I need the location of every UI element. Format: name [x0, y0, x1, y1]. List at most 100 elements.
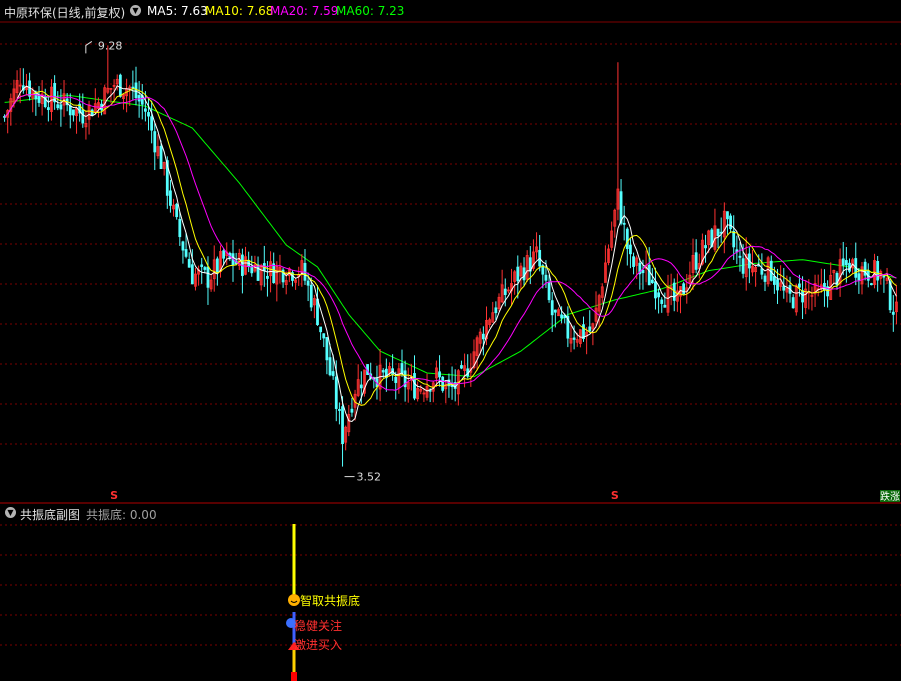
candle-body: [322, 333, 326, 339]
candle-body: [544, 274, 548, 281]
candle-body: [732, 230, 736, 248]
candle-body: [334, 376, 338, 409]
candle-body: [438, 371, 441, 378]
corner-badge: 跌涨: [880, 490, 900, 503]
candle-body: [857, 273, 861, 281]
candle-body: [763, 275, 767, 282]
candle-body: [256, 264, 260, 281]
candle-body: [801, 290, 804, 303]
candle-body: [184, 249, 188, 257]
candle-body: [782, 285, 786, 291]
candle-body: [760, 268, 764, 275]
candle-body: [400, 363, 404, 374]
candle-body: [503, 288, 507, 296]
candle-body: [309, 284, 313, 308]
candle-body: [844, 260, 848, 266]
candle-body: [137, 95, 141, 102]
candle-body: [776, 279, 779, 291]
candle-body: [359, 384, 363, 389]
candle-body: [870, 283, 873, 286]
ma20-line: [4, 93, 897, 391]
candle-body: [494, 307, 498, 314]
candle-body: [206, 266, 210, 288]
candle-body: [629, 244, 632, 255]
signal-label-2: 稳健关注: [294, 618, 342, 633]
candle-body: [81, 109, 85, 124]
ma10-line: [4, 87, 897, 406]
candle-body: [150, 116, 154, 131]
candle-body: [134, 82, 138, 99]
candle-body: [704, 245, 707, 249]
candle-body: [53, 83, 57, 103]
candle-body: [481, 333, 485, 340]
candle-body: [441, 376, 445, 391]
candle-body: [694, 252, 698, 270]
candles-layer: [3, 45, 898, 467]
candle-body: [553, 309, 557, 313]
candle-body: [68, 105, 72, 116]
candle-body: [381, 370, 385, 373]
candle-body: [619, 191, 623, 224]
signal-label-1: 智取共振底: [300, 593, 360, 608]
ma60-layer: [4, 94, 897, 378]
candle-body: [331, 371, 335, 377]
candle-body: [90, 109, 94, 116]
candle-body: [187, 259, 191, 268]
candle-body: [341, 406, 344, 445]
candle-body: [118, 74, 122, 97]
ma5-line: [4, 85, 897, 423]
candle-body: [200, 264, 204, 267]
signal-bar-red: [291, 672, 297, 681]
candle-body: [203, 267, 207, 270]
candle-body: [588, 326, 592, 332]
candle-body: [522, 267, 526, 281]
candle-body: [632, 256, 635, 267]
candle-body: [272, 263, 276, 284]
candle-body: [663, 304, 667, 308]
candle-body: [338, 409, 341, 411]
candle-body: [215, 258, 219, 274]
candle-body: [741, 258, 745, 274]
candle-body: [59, 104, 63, 110]
candle-body: [798, 283, 801, 288]
candle-body: [306, 280, 310, 286]
candle-body: [876, 261, 880, 281]
candle-body: [882, 275, 886, 278]
candle-body: [841, 258, 845, 266]
high-label: 9.28: [98, 39, 123, 52]
candle-body: [325, 337, 329, 361]
candle-body: [178, 218, 182, 238]
s-marker: S: [110, 489, 118, 502]
candle-body: [319, 326, 323, 333]
subpanel-layer: 智取共振底稳健关注激进买入: [286, 524, 360, 681]
candle-body: [647, 264, 651, 286]
candle-body: [143, 108, 147, 112]
candle-body: [654, 281, 657, 299]
candle-body: [550, 300, 554, 316]
candle-body: [328, 357, 332, 376]
candle-body: [572, 337, 576, 340]
candle-body: [729, 215, 732, 230]
candle-body: [159, 145, 163, 170]
candle-body: [650, 279, 654, 284]
candle-body: [772, 276, 776, 285]
ma-layer: [4, 85, 897, 423]
candle-body: [153, 131, 157, 153]
s-marker: S: [611, 489, 619, 502]
candle-body: [516, 266, 520, 282]
candle-body: [222, 250, 226, 259]
candle-body: [413, 373, 416, 399]
candle-body: [56, 104, 60, 109]
candle-body: [716, 228, 720, 237]
candle-body: [169, 190, 172, 206]
ma60-line: [4, 94, 897, 378]
candle-body: [791, 297, 795, 309]
candle-body: [738, 255, 742, 258]
candle-body: [891, 311, 895, 315]
chart-canvas: 9.28 3.52 S S 跌涨 智取共振底稳健关注激进买入: [0, 21, 901, 681]
candle-body: [726, 211, 729, 220]
candle-body: [657, 292, 661, 298]
smile-icon: [288, 594, 300, 606]
candle-body: [394, 376, 398, 383]
candle-body: [190, 264, 194, 285]
